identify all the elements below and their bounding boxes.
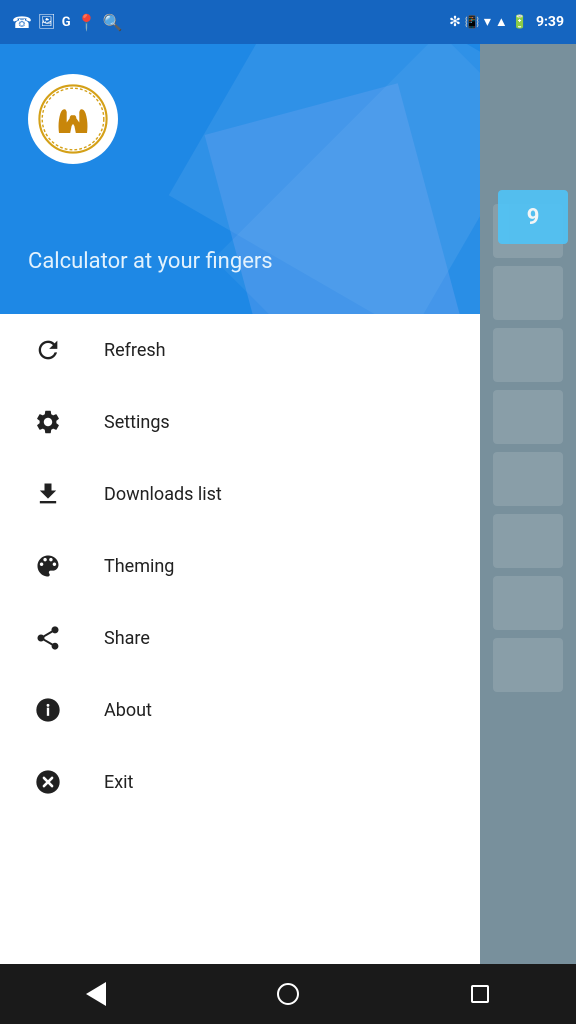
- menu-label-share: Share: [104, 628, 150, 649]
- menu-label-downloads: Downloads list: [104, 484, 222, 505]
- menu-label-theming: Theming: [104, 556, 174, 577]
- home-icon: [277, 983, 299, 1005]
- menu-label-settings: Settings: [104, 412, 170, 433]
- app-logo: [28, 74, 118, 164]
- back-icon: [86, 982, 106, 1006]
- battery-icon: 🔋: [512, 15, 528, 30]
- menu-item-share[interactable]: Share: [0, 602, 480, 674]
- status-right-icons: ✻ 📳 ▾ ▲ 🔋 9:39: [449, 14, 564, 30]
- calc-display-shadow: 9: [498, 190, 568, 244]
- navigation-drawer: Calculator at your fingers Refresh Setti…: [0, 44, 480, 978]
- menu-label-about: About: [104, 700, 152, 721]
- home-button[interactable]: [258, 964, 318, 1024]
- download-icon: [28, 474, 68, 514]
- logo-svg: [38, 84, 108, 154]
- status-bar: ☎ 🖼 G 📍 🔍 ✻ 📳 ▾ ▲ 🔋 9:39: [0, 0, 576, 44]
- image-icon: 🖼: [38, 14, 56, 30]
- menu-item-exit[interactable]: Exit: [0, 746, 480, 818]
- share-icon: [28, 618, 68, 658]
- menu-label-exit: Exit: [104, 772, 133, 793]
- menu-item-theming[interactable]: Theming: [0, 530, 480, 602]
- menu-item-refresh[interactable]: Refresh: [0, 314, 480, 386]
- status-left-icons: ☎ 🖼 G 📍 🔍: [12, 13, 122, 32]
- recent-apps-button[interactable]: [450, 964, 510, 1024]
- status-time: 9:39: [536, 14, 564, 30]
- menu-item-about[interactable]: About: [0, 674, 480, 746]
- menu-label-refresh: Refresh: [104, 340, 166, 361]
- back-button[interactable]: [66, 964, 126, 1024]
- exit-icon: [28, 762, 68, 802]
- drawer-header: Calculator at your fingers: [0, 44, 480, 314]
- palette-icon: [28, 546, 68, 586]
- signal-icon: ▲: [495, 14, 508, 30]
- drawer-title: Calculator at your fingers: [28, 249, 273, 274]
- bluetooth-icon: ✻: [449, 14, 461, 30]
- recent-icon: [471, 985, 489, 1003]
- menu-item-downloads[interactable]: Downloads list: [0, 458, 480, 530]
- info-icon: [28, 690, 68, 730]
- location-icon: 📍: [77, 13, 97, 32]
- vibrate-icon: 📳: [465, 15, 480, 29]
- call-icon: ☎: [12, 13, 32, 32]
- gplus-icon: G: [62, 15, 71, 30]
- refresh-icon: [28, 330, 68, 370]
- menu-item-settings[interactable]: Settings: [0, 386, 480, 458]
- settings-icon: [28, 402, 68, 442]
- menu-list: Refresh Settings Downloads list: [0, 314, 480, 978]
- navigation-bar: [0, 964, 576, 1024]
- search-icon: 🔍: [103, 13, 123, 32]
- wifi-icon: ▾: [484, 14, 491, 30]
